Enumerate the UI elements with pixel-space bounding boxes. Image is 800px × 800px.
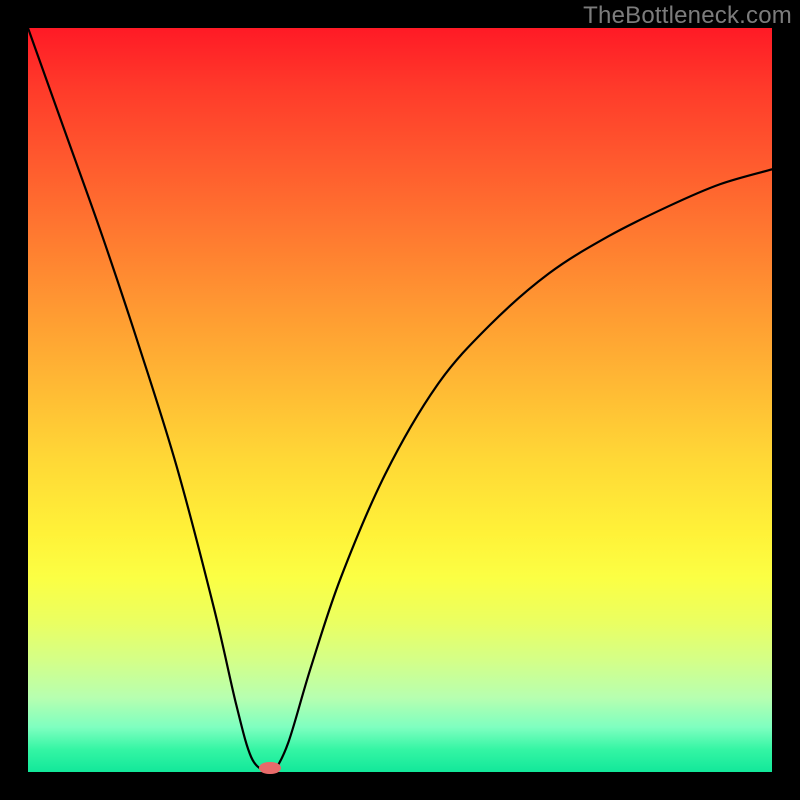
curve-svg (28, 28, 772, 772)
min-marker (259, 762, 281, 774)
plot-area (28, 28, 772, 772)
watermark-text: TheBottleneck.com (583, 2, 792, 30)
bottleneck-curve (28, 28, 772, 772)
chart-frame: TheBottleneck.com (0, 0, 800, 800)
